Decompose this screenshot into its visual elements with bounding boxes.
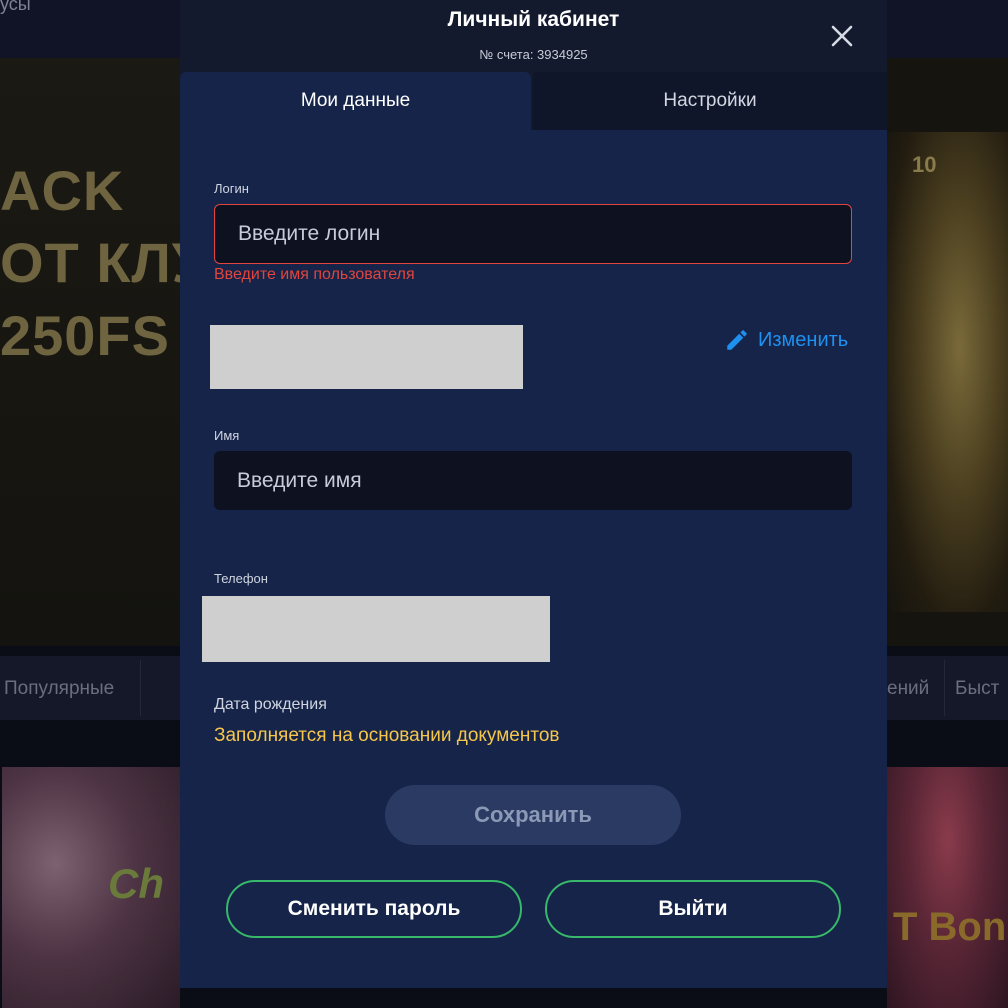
phone-label: Телефон bbox=[214, 571, 268, 586]
background-category-partial: ений bbox=[887, 678, 930, 699]
dob-label: Дата рождения bbox=[214, 696, 327, 713]
logout-button[interactable]: Выйти bbox=[545, 880, 841, 938]
change-password-button[interactable]: Сменить пароль bbox=[226, 880, 522, 938]
background-category-popular: Популярные bbox=[4, 678, 115, 699]
background-lion-badge: 10 bbox=[912, 152, 937, 177]
tabs: Мои данные Настройки bbox=[180, 72, 887, 130]
background-game-tile-right bbox=[887, 767, 1008, 1008]
login-label: Логин bbox=[214, 181, 249, 196]
background-category-divider bbox=[140, 660, 141, 716]
login-input[interactable] bbox=[214, 204, 852, 264]
background-promo-line: ОТ КЛУ bbox=[0, 231, 208, 294]
account-modal: Личный кабинет № счета: 3934925 Мои данн… bbox=[180, 0, 887, 1008]
background-game-tile-right-text: T Bon bbox=[893, 905, 1007, 949]
name-input[interactable] bbox=[214, 451, 852, 510]
background-promo-line: 250FS bbox=[0, 304, 170, 367]
my-data-panel: Логин Введите имя пользователя Изменить … bbox=[180, 130, 887, 988]
background-topbar-text: усы bbox=[0, 0, 31, 14]
edit-button[interactable]: Изменить bbox=[724, 327, 848, 353]
redacted-email bbox=[210, 325, 523, 389]
background-lion-art bbox=[887, 132, 1008, 612]
dob-value: Заполняется на основании документов bbox=[214, 725, 560, 746]
tab-settings[interactable]: Настройки bbox=[533, 72, 887, 130]
login-error-text: Введите имя пользователя bbox=[214, 266, 415, 283]
close-button[interactable] bbox=[826, 20, 858, 52]
edit-label: Изменить bbox=[758, 328, 849, 351]
save-button[interactable]: Сохранить bbox=[385, 785, 681, 845]
modal-bottom-edge bbox=[180, 988, 887, 1008]
name-label: Имя bbox=[214, 428, 240, 443]
modal-header: Личный кабинет № счета: 3934925 bbox=[180, 0, 887, 72]
close-icon bbox=[831, 25, 853, 47]
background-game-tile-left-text: Ch bbox=[108, 860, 164, 907]
pencil-icon bbox=[727, 330, 747, 350]
account-number: № счета: 3934925 bbox=[479, 47, 588, 62]
background-promo-line: ACK bbox=[0, 159, 125, 222]
background-category-partial: Быст bbox=[955, 678, 1000, 699]
tab-my-data[interactable]: Мои данные bbox=[180, 72, 531, 130]
background-category-divider bbox=[944, 660, 945, 716]
redacted-phone bbox=[202, 596, 550, 662]
modal-title: Личный кабинет bbox=[447, 8, 620, 31]
